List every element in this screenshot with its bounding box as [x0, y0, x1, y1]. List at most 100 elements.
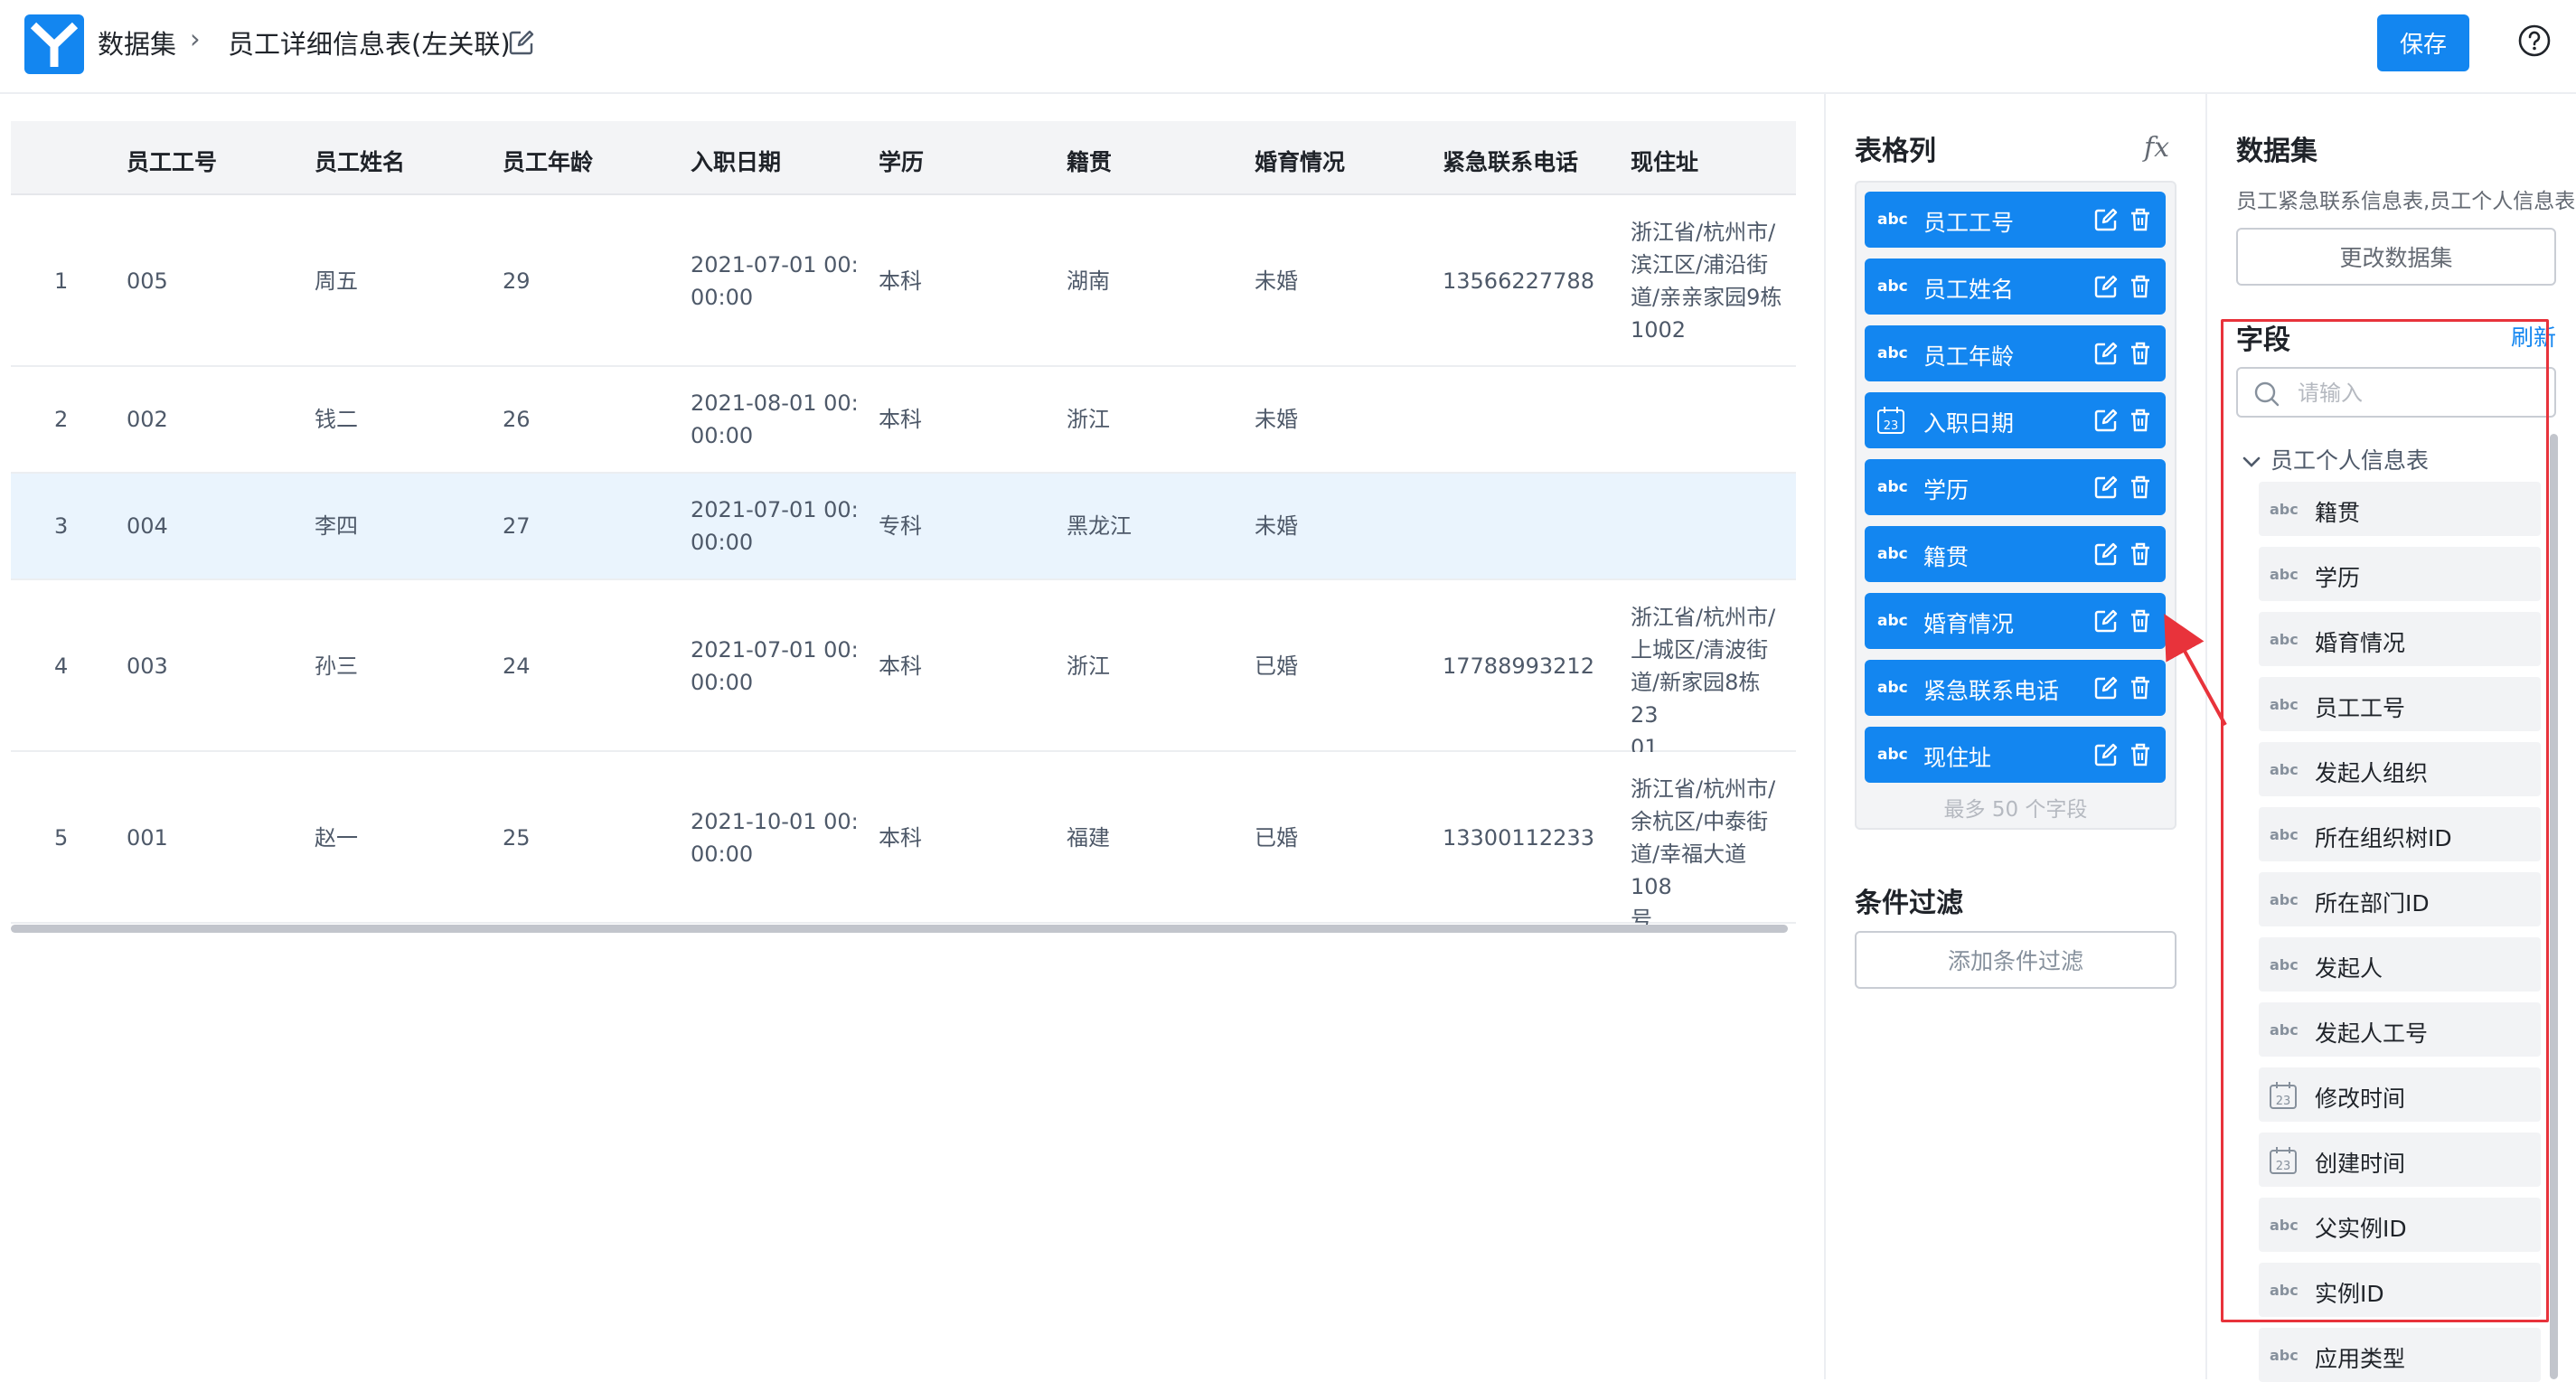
edit-column-icon[interactable] — [2093, 541, 2119, 567]
column-chip-label: 婚育情况 — [1923, 611, 2015, 637]
dataset-field-item[interactable]: abc 所在部门ID — [2259, 872, 2541, 926]
field-label: 所在组织树ID — [2315, 825, 2452, 851]
cell-phone: 13566227788 — [1443, 268, 1594, 294]
cell-phone: 13300112233 — [1443, 825, 1594, 851]
selected-column-chip[interactable]: abc 员工年龄 — [1865, 325, 2166, 381]
selected-column-chip[interactable]: abc 籍贯 — [1865, 526, 2166, 582]
dataset-field-item[interactable]: 23 创建时间 — [2259, 1133, 2541, 1187]
svg-text:23: 23 — [2276, 1160, 2291, 1173]
text-type-icon: abc — [2270, 1021, 2299, 1039]
dataset-field-item[interactable]: abc 学历 — [2259, 547, 2541, 601]
delete-column-icon[interactable] — [2129, 541, 2152, 567]
table-row[interactable]: 3 004 李四 27 2021-07-01 00: 00:00 专科 黑龙江 未… — [11, 474, 1796, 580]
breadcrumb-chevron-icon: › — [190, 24, 201, 54]
columns-limit-hint: 最多 50 个字段 — [1943, 798, 2088, 822]
delete-column-icon[interactable] — [2129, 408, 2152, 433]
cell-marital: 未婚 — [1255, 268, 1298, 294]
save-button[interactable]: 保存 — [2377, 14, 2469, 71]
cell-hire-date: 2021-07-01 00: 00:00 — [691, 497, 859, 555]
dataset-field-item[interactable]: abc 婚育情况 — [2259, 612, 2541, 666]
add-filter-button[interactable]: 添加条件过滤 — [1855, 931, 2176, 989]
row-index: 3 — [54, 513, 69, 539]
cell-origin: 浙江 — [1067, 653, 1110, 679]
field-label: 发起人工号 — [2315, 1020, 2429, 1047]
dataset-field-item[interactable]: abc 所在组织树ID — [2259, 807, 2541, 861]
field-label: 实例ID — [2315, 1281, 2384, 1307]
app-logo-icon[interactable] — [24, 14, 84, 74]
edit-column-icon[interactable] — [2093, 274, 2119, 299]
selected-column-chip[interactable]: abc 现住址 — [1865, 727, 2166, 783]
table-row[interactable]: 2 002 钱二 26 2021-08-01 00: 00:00 本科 浙江 未婚 — [11, 367, 1796, 474]
fields-vertical-scrollbar[interactable] — [2550, 434, 2558, 1379]
cell-origin: 福建 — [1067, 825, 1110, 851]
selected-column-chip[interactable]: abc 员工工号 — [1865, 192, 2166, 248]
row-index: 5 — [54, 825, 69, 851]
cell-employee-id: 005 — [127, 268, 168, 294]
edit-column-icon[interactable] — [2093, 341, 2119, 366]
delete-column-icon[interactable] — [2129, 742, 2152, 767]
delete-column-icon[interactable] — [2129, 675, 2152, 700]
dataset-field-item[interactable]: abc 籍贯 — [2259, 482, 2541, 536]
dataset-field-item[interactable]: abc 应用类型 — [2259, 1328, 2541, 1382]
delete-column-icon[interactable] — [2129, 207, 2152, 232]
row-index: 1 — [54, 268, 69, 294]
table-row[interactable]: 5 001 赵一 25 2021-10-01 00: 00:00 本科 福建 已婚… — [11, 752, 1796, 932]
edit-column-icon[interactable] — [2093, 408, 2119, 433]
text-type-icon: abc — [2270, 1217, 2299, 1234]
edit-column-icon[interactable] — [2093, 742, 2119, 767]
cell-origin: 黑龙江 — [1067, 513, 1132, 539]
edit-column-icon[interactable] — [2093, 207, 2119, 232]
dataset-field-item[interactable]: abc 发起人 — [2259, 937, 2541, 992]
cell-employee-name: 周五 — [315, 268, 358, 294]
edit-column-icon[interactable] — [2093, 475, 2119, 500]
selected-column-chip[interactable]: abc 紧急联系电话 — [1865, 660, 2166, 716]
refresh-fields-link[interactable]: 刷新 — [2511, 320, 2556, 353]
table-row[interactable]: 1 005 周五 29 2021-07-01 00: 00:00 本科 湖南 未婚… — [11, 195, 1796, 367]
dataset-field-item[interactable]: abc 发起人工号 — [2259, 1002, 2541, 1057]
cell-hire-date: 2021-07-01 00: 00:00 — [691, 252, 859, 310]
page-title: 员工详细信息表(左关联) — [228, 29, 511, 60]
selected-column-chip[interactable]: abc 婚育情况 — [1865, 593, 2166, 649]
table-row[interactable]: 4 003 孙三 24 2021-07-01 00: 00:00 本科 浙江 已婚… — [11, 580, 1796, 760]
column-chip-label: 籍贯 — [1923, 544, 1970, 570]
delete-column-icon[interactable] — [2129, 341, 2152, 366]
cell-employee-age: 26 — [503, 407, 531, 432]
edit-column-icon[interactable] — [2093, 608, 2119, 634]
edit-column-icon[interactable] — [2093, 675, 2119, 700]
dataset-field-item[interactable]: abc 父实例ID — [2259, 1198, 2541, 1252]
selected-column-chip[interactable]: abc 学历 — [1865, 459, 2166, 515]
edit-title-icon[interactable] — [508, 29, 535, 56]
selected-column-chip[interactable]: abc 员工姓名 — [1865, 259, 2166, 315]
breadcrumb-dataset-link[interactable]: 数据集 — [98, 24, 176, 61]
cell-employee-name: 孙三 — [315, 653, 358, 679]
field-search-box[interactable] — [2236, 367, 2556, 418]
cell-hire-date: 2021-07-01 00: 00:00 — [691, 637, 859, 695]
dataset-field-item[interactable]: abc 员工工号 — [2259, 677, 2541, 731]
row-index: 2 — [54, 407, 69, 432]
dataset-field-item[interactable]: 23 修改时间 — [2259, 1067, 2541, 1122]
text-type-icon: abc — [2270, 891, 2299, 908]
table-horizontal-scrollbar[interactable] — [11, 925, 1788, 933]
column-chip-label: 现住址 — [1923, 745, 1992, 771]
change-dataset-button[interactable]: 更改数据集 — [2236, 228, 2556, 286]
cell-marital: 未婚 — [1255, 513, 1298, 539]
field-search-input[interactable] — [2298, 378, 2542, 409]
dataset-field-item[interactable]: abc 发起人组织 — [2259, 742, 2541, 796]
field-label: 创建时间 — [2315, 1151, 2406, 1177]
delete-column-icon[interactable] — [2129, 608, 2152, 634]
dataset-field-item[interactable]: abc 实例ID — [2259, 1263, 2541, 1317]
help-icon[interactable] — [2517, 24, 2552, 58]
cell-education: 本科 — [879, 825, 922, 851]
formula-fx-icon[interactable]: fx — [2144, 132, 2169, 164]
delete-column-icon[interactable] — [2129, 274, 2152, 299]
field-group-toggle[interactable]: 员工个人信息表 — [2242, 443, 2429, 475]
cell-hire-date: 2021-10-01 00: 00:00 — [691, 809, 859, 867]
cell-hire-date: 2021-08-01 00: 00:00 — [691, 390, 859, 448]
selected-column-chip[interactable]: 23 入职日期 — [1865, 392, 2166, 448]
field-label: 籍贯 — [2315, 500, 2361, 526]
panel-divider — [1824, 94, 1826, 1379]
delete-column-icon[interactable] — [2129, 475, 2152, 500]
text-type-icon: abc — [2270, 566, 2299, 583]
column-header: 员工年龄 — [503, 149, 594, 175]
column-chip-label: 员工工号 — [1923, 210, 2015, 236]
